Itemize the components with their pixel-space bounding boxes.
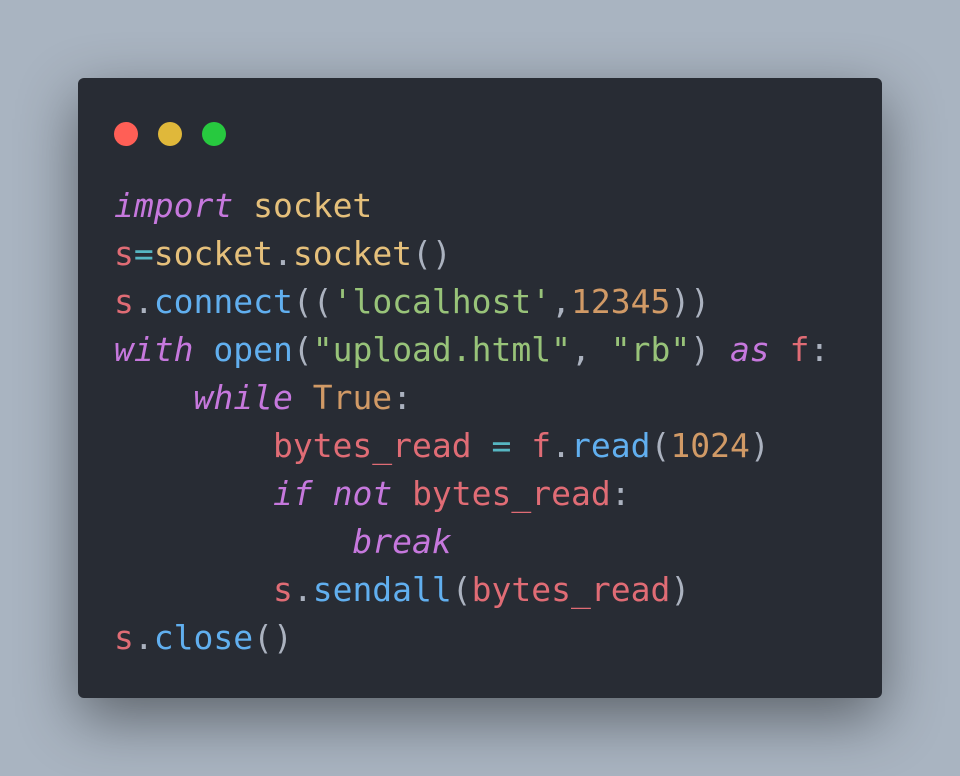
code-token-var: f xyxy=(531,426,552,465)
code-token-kw: with xyxy=(114,330,194,369)
code-token-kw: break xyxy=(352,522,452,561)
code-token-mod: socket xyxy=(253,186,373,225)
code-token-fn: open xyxy=(213,330,293,369)
code-token-var: bytes_read xyxy=(412,474,611,513)
code-token-fn: read xyxy=(571,426,651,465)
code-token-punc: )) xyxy=(670,282,711,321)
code-line: import socket xyxy=(114,182,829,230)
code-token-num: 12345 xyxy=(571,282,671,321)
code-token-kw: import xyxy=(114,186,234,225)
code-token-punc xyxy=(770,330,790,369)
code-token-kw: if xyxy=(272,474,313,513)
code-token-punc xyxy=(313,474,333,513)
code-token-punc xyxy=(233,186,253,225)
code-token-var: s xyxy=(272,570,293,609)
code-line: if not bytes_read: xyxy=(114,470,829,518)
code-token-punc: ) xyxy=(670,570,691,609)
code-token-punc: , xyxy=(551,282,571,321)
code-token-punc: . xyxy=(272,234,293,273)
code-token-str: "rb" xyxy=(610,330,691,369)
code-block: import socket s=socket.socket() s.connect(… xyxy=(114,182,829,662)
code-token-punc: : xyxy=(809,330,830,369)
code-token-punc: () xyxy=(253,618,293,657)
code-token-var: s xyxy=(114,618,134,657)
code-line: s.close() xyxy=(114,614,829,662)
code-token-num: 1024 xyxy=(670,426,750,465)
code-token-str: "upload.html" xyxy=(312,330,571,369)
minimize-dot-icon[interactable] xyxy=(158,122,182,146)
code-token-punc: (( xyxy=(292,282,333,321)
code-token-var: f xyxy=(789,330,810,369)
code-token-punc xyxy=(114,378,193,417)
code-token-kw: not xyxy=(332,474,393,513)
code-line: s=socket.socket() xyxy=(114,230,829,278)
code-token-punc: ( xyxy=(650,426,671,465)
code-token-punc: , xyxy=(571,330,611,369)
code-token-punc: ( xyxy=(292,330,313,369)
code-token-punc: : xyxy=(392,378,413,417)
code-token-punc: . xyxy=(133,282,154,321)
code-token-punc: ) xyxy=(690,330,730,369)
code-token-punc: . xyxy=(133,618,154,657)
code-token-punc: ) xyxy=(749,426,770,465)
code-line: s.sendall(bytes_read) xyxy=(114,566,829,614)
code-line: s.connect(('localhost',12345)) xyxy=(114,278,829,326)
code-token-fn: close xyxy=(153,618,254,657)
code-token-punc xyxy=(114,570,273,609)
code-token-punc: . xyxy=(292,570,313,609)
code-token-op: = xyxy=(491,426,512,465)
code-token-kw: while xyxy=(193,378,293,417)
code-token-punc xyxy=(114,474,273,513)
code-token-punc: () xyxy=(412,234,452,273)
code-token-punc xyxy=(392,474,412,513)
code-token-punc: : xyxy=(610,474,631,513)
code-token-var: s xyxy=(114,234,134,273)
code-token-var: s xyxy=(114,282,134,321)
code-line: break xyxy=(114,518,829,566)
code-token-punc xyxy=(114,426,273,465)
code-token-punc: . xyxy=(551,426,572,465)
code-token-var: bytes_read xyxy=(471,570,671,609)
code-token-punc xyxy=(472,426,492,465)
code-line: bytes_read = f.read(1024) xyxy=(114,422,829,470)
code-token-op: = xyxy=(133,234,154,273)
code-token-punc xyxy=(193,330,213,369)
code-token-mod: socket xyxy=(153,234,273,273)
code-token-punc xyxy=(114,522,352,561)
close-dot-icon[interactable] xyxy=(114,122,138,146)
code-token-mod: socket xyxy=(292,234,413,273)
maximize-dot-icon[interactable] xyxy=(202,122,226,146)
code-token-const: True xyxy=(312,378,393,417)
code-token-fn: sendall xyxy=(312,570,452,609)
code-token-str: 'localhost' xyxy=(332,282,552,321)
code-window: import socket s=socket.socket() s.connect(… xyxy=(78,78,882,698)
code-token-punc xyxy=(511,426,531,465)
code-line: with open("upload.html", "rb") as f: xyxy=(114,326,829,374)
code-token-punc xyxy=(293,378,313,417)
code-line: while True: xyxy=(114,374,829,422)
code-token-var: bytes_read xyxy=(272,426,472,465)
code-token-kw: as xyxy=(729,330,770,369)
code-token-fn: connect xyxy=(153,282,293,321)
code-token-punc: ( xyxy=(451,570,472,609)
